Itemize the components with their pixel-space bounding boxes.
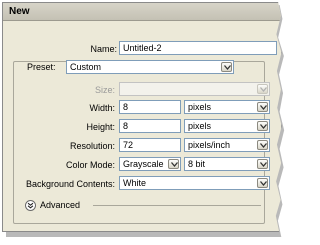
background-contents-select[interactable]: White xyxy=(119,176,270,190)
width-label: Width: xyxy=(89,103,115,113)
background-contents-label: Background Contents: xyxy=(25,179,115,189)
chevron-down-icon[interactable] xyxy=(221,62,232,72)
expand-circle-icon[interactable] xyxy=(25,200,36,211)
screenshot-canvas: New Name: Untitled-2 Preset: Custom Size… xyxy=(0,0,300,245)
chevron-down-icon[interactable] xyxy=(257,159,268,169)
bit-depth-select[interactable]: 8 bit xyxy=(184,157,270,171)
chevron-down-icon[interactable] xyxy=(168,159,179,169)
height-unit-select[interactable]: pixels xyxy=(184,119,270,133)
color-mode-label: Color Mode: xyxy=(65,160,115,170)
size-select xyxy=(119,82,270,96)
resolution-unit-select[interactable]: pixels/inch xyxy=(184,138,270,152)
height-unit-value: pixels xyxy=(188,121,212,131)
preset-value: Custom xyxy=(70,62,102,72)
name-value: Untitled-2 xyxy=(123,43,162,53)
color-mode-select[interactable]: Grayscale xyxy=(119,157,181,171)
advanced-toggle-label[interactable]: Advanced xyxy=(40,200,80,210)
width-unit-value: pixels xyxy=(188,102,212,112)
size-label: Size: xyxy=(94,85,115,95)
advanced-divider xyxy=(93,205,261,206)
resolution-input[interactable]: 72 xyxy=(119,138,181,152)
preset-select[interactable]: Custom xyxy=(66,60,234,74)
height-input[interactable]: 8 xyxy=(119,119,181,133)
height-label: Height: xyxy=(86,122,115,132)
dialog-titlebar[interactable]: New xyxy=(3,3,281,21)
dialog-title: New xyxy=(9,6,30,17)
width-value: 8 xyxy=(123,102,129,112)
chevron-down-icon[interactable] xyxy=(257,102,268,112)
chevron-down-icon[interactable] xyxy=(257,121,268,131)
new-document-dialog: New Name: Untitled-2 Preset: Custom Size… xyxy=(2,2,282,232)
resolution-value: 72 xyxy=(123,140,134,150)
name-input[interactable]: Untitled-2 xyxy=(119,41,277,55)
resolution-unit-value: pixels/inch xyxy=(188,140,231,150)
resolution-label: Resolution: xyxy=(69,141,115,151)
width-input[interactable]: 8 xyxy=(119,100,181,114)
bit-depth-value: 8 bit xyxy=(188,159,206,169)
preset-label: Preset: xyxy=(25,62,58,72)
chevron-down-icon xyxy=(257,84,268,94)
color-mode-value: Grayscale xyxy=(123,159,164,169)
name-label: Name: xyxy=(90,44,117,54)
width-unit-select[interactable]: pixels xyxy=(184,100,270,114)
height-value: 8 xyxy=(123,121,129,131)
chevron-down-icon[interactable] xyxy=(257,140,268,150)
background-contents-value: White xyxy=(123,178,147,188)
chevron-down-icon[interactable] xyxy=(257,178,268,188)
